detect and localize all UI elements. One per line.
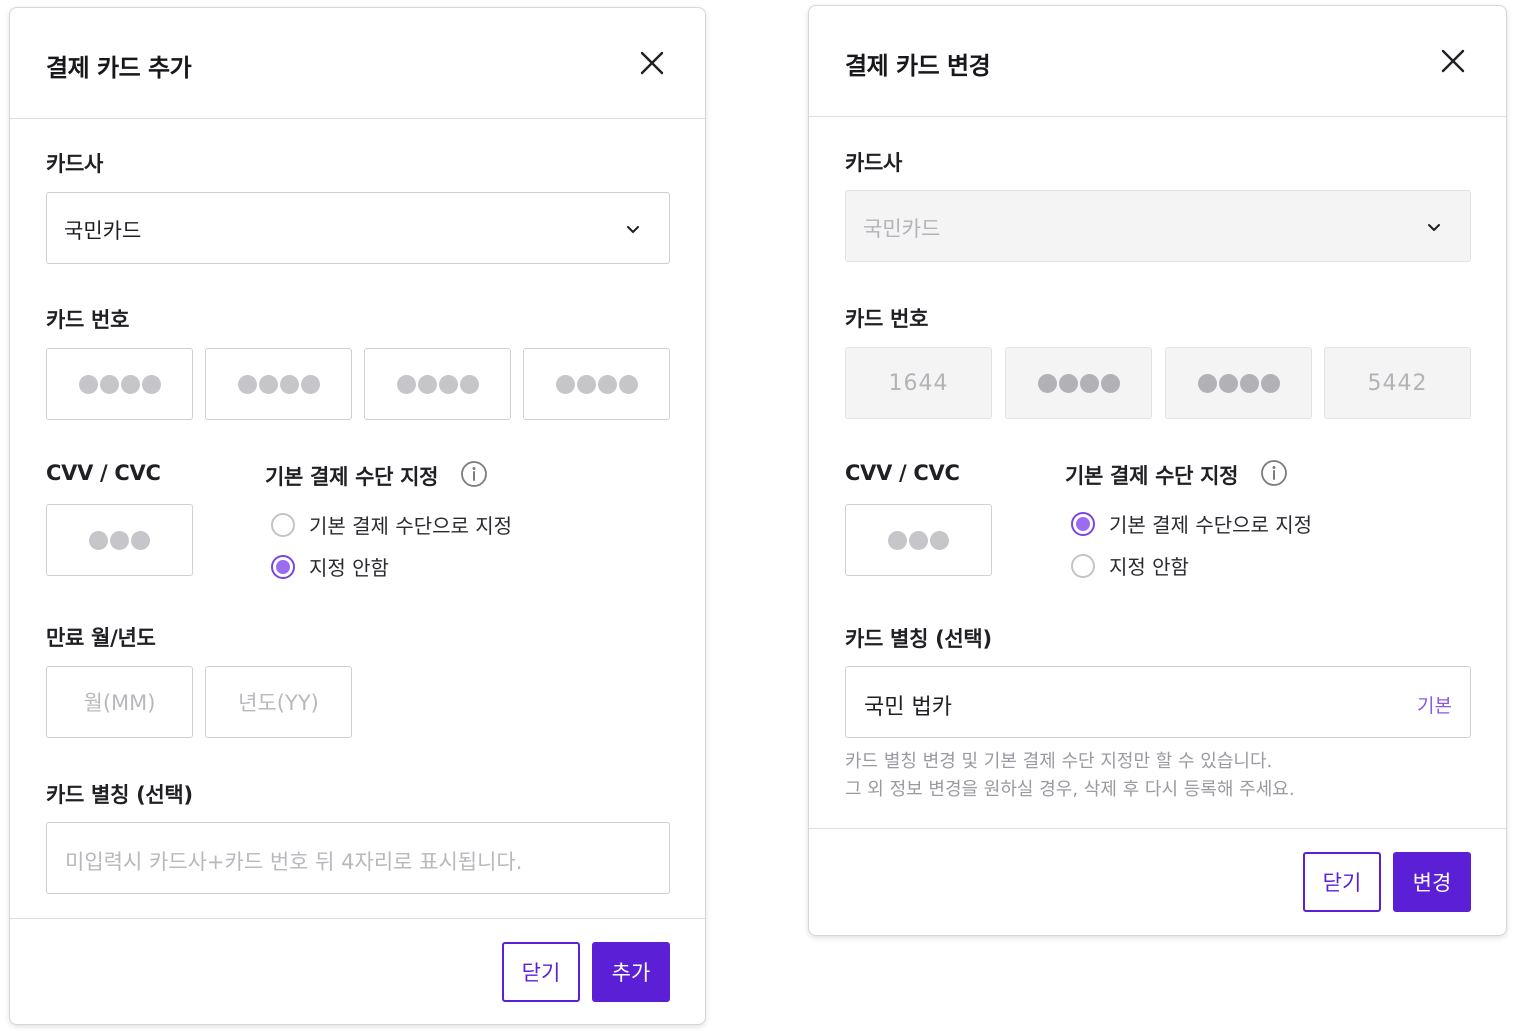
radio-button[interactable] [1071,553,1095,578]
nickname-placeholder: 미입력시 카드사+카드 번호 뒤 4자리로 표시됩니다. [65,850,523,874]
card-number-last: 5442 [1367,370,1428,396]
card-company-label: 카드사 [845,151,903,175]
nickname-input[interactable]: 미입력시 카드사+카드 번호 뒤 4자리로 표시됩니다. [46,822,670,894]
expiry-month-input[interactable]: 월(MM) [46,666,193,738]
chevron-down-icon [1424,217,1444,237]
month-placeholder: 월(MM) [83,691,156,715]
card-number-label: 카드 번호 [845,307,929,331]
card-company-value: 국민카드 [64,219,142,243]
info-icon[interactable] [1260,459,1288,487]
year-placeholder: 년도(YY) [238,691,319,715]
card-company-label: 카드사 [46,152,104,176]
masked-dots [78,374,161,394]
nickname-label: 카드 별칭 (선택) [46,783,193,807]
radio-no-default[interactable]: 지정 안함 [271,552,389,581]
nickname-label: 카드 별칭 (선택) [845,627,992,651]
add-card-modal: 결제 카드 추가 카드사 국민카드 카드 번호 CVV / CVC 기본 결제 … [9,7,706,1025]
close-icon [1441,49,1465,73]
radio-button[interactable] [271,512,295,537]
card-number-input-4: 5442 [1324,347,1471,419]
radio-set-default[interactable]: 기본 결제 수단으로 지정 [1071,509,1312,538]
default-method-label: 기본 결제 수단 지정 [265,465,439,489]
cvv-input[interactable] [46,504,193,576]
expiry-label: 만료 월/년도 [46,626,156,650]
card-number-label: 카드 번호 [46,308,130,332]
card-number-input-3 [1165,347,1312,419]
add-button[interactable]: 추가 [592,942,670,1002]
radio-set-default[interactable]: 기본 결제 수단으로 지정 [271,510,512,539]
masked-dots [888,530,949,550]
help-text: 카드 별칭 변경 및 기본 결제 수단 지정만 할 수 있습니다. 그 외 정보… [845,748,1295,804]
card-number-input-1: 1644 [845,347,992,419]
radio-label: 지정 안함 [309,556,389,580]
nickname-value: 국민 법카 [864,695,952,720]
card-number-input-4[interactable] [523,348,670,420]
footer-divider [10,918,705,919]
chevron-down-icon [623,219,643,239]
footer-divider [809,828,1506,829]
modal-title: 결제 카드 변경 [845,52,991,80]
close-button[interactable] [639,50,665,76]
cvv-input[interactable] [845,504,992,576]
info-icon[interactable] [460,460,488,488]
close-footer-button[interactable]: 닫기 [1303,852,1381,912]
close-icon [640,51,664,75]
expiry-year-input[interactable]: 년도(YY) [205,666,352,738]
masked-dots [1197,373,1280,393]
card-number-input-2 [1005,347,1152,419]
change-button[interactable]: 변경 [1393,852,1471,912]
close-button[interactable] [1440,48,1466,74]
modal-title: 결제 카드 추가 [46,54,192,82]
masked-dots [237,374,320,394]
radio-button-checked[interactable] [271,554,295,579]
default-method-label: 기본 결제 수단 지정 [1065,464,1239,488]
modal-header: 결제 카드 추가 [10,8,705,119]
cvv-label: CVV / CVC [46,461,161,485]
card-company-value: 국민카드 [863,217,941,241]
masked-dots [555,374,638,394]
card-company-select: 국민카드 [845,190,1471,262]
modal-header: 결제 카드 변경 [809,6,1506,117]
masked-dots [396,374,479,394]
radio-no-default[interactable]: 지정 안함 [1071,551,1189,580]
close-footer-button[interactable]: 닫기 [502,942,580,1002]
cvv-label: CVV / CVC [845,461,960,485]
card-number-first: 1644 [888,370,949,396]
radio-label: 기본 결제 수단으로 지정 [1109,513,1313,537]
radio-button-checked[interactable] [1071,511,1095,536]
nickname-input[interactable]: 국민 법카 기본 [845,666,1471,738]
help-line-1: 카드 별칭 변경 및 기본 결제 수단 지정만 할 수 있습니다. [845,751,1273,772]
card-number-input-1[interactable] [46,348,193,420]
card-number-input-2[interactable] [205,348,352,420]
card-number-input-3[interactable] [364,348,511,420]
card-company-select[interactable]: 국민카드 [46,192,670,264]
radio-label: 지정 안함 [1109,555,1189,579]
default-badge: 기본 [1417,695,1452,717]
help-line-2: 그 외 정보 변경을 원하실 경우, 삭제 후 다시 등록해 주세요. [845,779,1295,800]
masked-dots [1037,373,1120,393]
masked-dots [89,530,150,550]
radio-label: 기본 결제 수단으로 지정 [309,514,513,538]
edit-card-modal: 결제 카드 변경 카드사 국민카드 카드 번호 1644 5442 CVV / … [808,5,1507,936]
